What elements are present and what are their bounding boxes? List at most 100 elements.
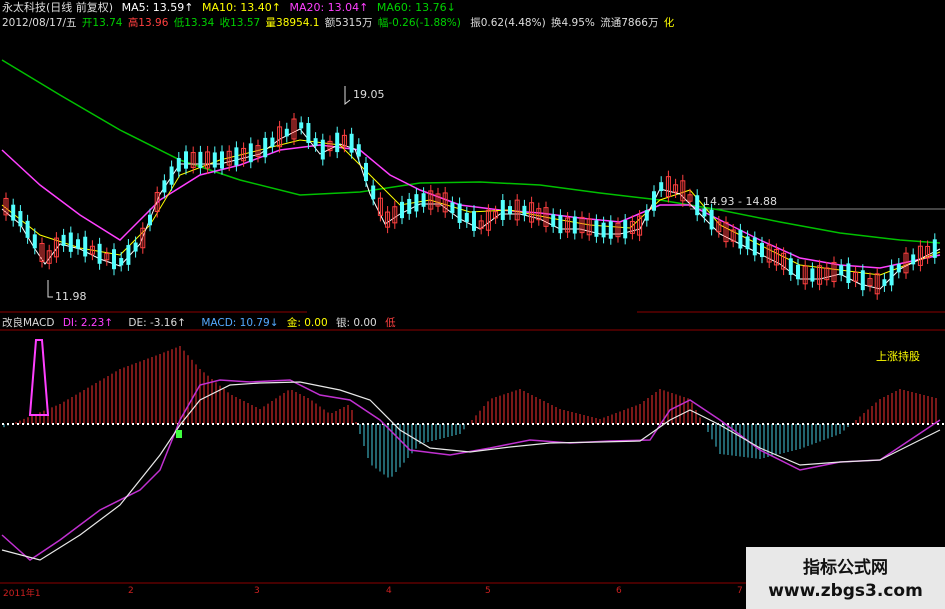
zero-dot	[72, 423, 74, 425]
zero-dot	[777, 423, 779, 425]
zero-dot	[622, 423, 624, 425]
zero-dot	[607, 423, 609, 425]
zero-dot	[652, 423, 654, 425]
zero-dot	[667, 423, 669, 425]
zero-dot	[592, 423, 594, 425]
candle-body	[760, 242, 764, 258]
candle-body	[745, 236, 750, 250]
zero-dot	[742, 423, 744, 425]
zero-dot	[937, 423, 939, 425]
zero-dot	[282, 423, 284, 425]
zero-dot	[362, 423, 364, 425]
quote-volume: 量38954.1	[265, 17, 320, 29]
zero-dot	[927, 423, 929, 425]
candle-body	[652, 191, 656, 211]
spike-marker	[28, 339, 50, 416]
zero-dot	[822, 423, 824, 425]
zero-dot	[597, 423, 599, 425]
zero-dot	[212, 423, 214, 425]
candle-body	[400, 201, 404, 219]
high-marker	[344, 86, 351, 106]
zero-dot	[617, 423, 619, 425]
quote-tail: 化	[663, 17, 675, 29]
zero-dot	[882, 423, 884, 425]
zero-dot	[772, 423, 774, 425]
candle-body	[313, 138, 318, 146]
low-marker	[47, 280, 53, 298]
zero-dot	[922, 423, 924, 425]
diff-line	[1, 379, 941, 561]
dea-line	[1, 381, 941, 561]
zero-dot	[547, 423, 549, 425]
zero-dot	[412, 423, 414, 425]
candle-body	[522, 205, 527, 216]
candle-body	[234, 147, 239, 166]
zero-dot	[407, 423, 409, 425]
candle-body	[169, 166, 174, 185]
candle-body	[846, 263, 851, 283]
zero-dot	[917, 423, 919, 425]
candle-body	[83, 236, 88, 257]
zero-dot	[437, 423, 439, 425]
zero-dot	[492, 423, 494, 425]
candle-body	[198, 151, 203, 169]
zero-dot	[842, 423, 844, 425]
candle-body	[500, 200, 505, 220]
stock-name[interactable]: 永太科技	[2, 1, 46, 14]
zero-dot	[612, 423, 614, 425]
zero-dot	[707, 423, 709, 425]
zero-dot	[452, 423, 454, 425]
zero-dot	[827, 423, 829, 425]
zero-dot	[127, 423, 129, 425]
quote-close: 收13.57	[219, 17, 261, 29]
zero-dot	[567, 423, 569, 425]
zero-dot	[522, 423, 524, 425]
zero-dot	[702, 423, 704, 425]
candle-body	[364, 162, 368, 182]
zero-dot	[2, 423, 4, 425]
zero-dot	[22, 423, 24, 425]
zero-dot	[192, 423, 194, 425]
zero-dot	[47, 423, 49, 425]
zero-dot	[217, 423, 219, 425]
time-axis-label-5: 6	[616, 586, 622, 596]
candle-body	[882, 279, 887, 286]
zero-dot	[332, 423, 334, 425]
candle-body	[61, 234, 66, 246]
candle-body	[659, 182, 664, 192]
adjust-mode[interactable]: (日线 前复权)	[46, 1, 113, 14]
candle-body	[702, 208, 707, 217]
signal-dot	[176, 430, 182, 438]
zero-dot	[117, 423, 119, 425]
zero-dot	[352, 423, 354, 425]
quote-open: 开13.74	[81, 17, 123, 29]
zero-dot	[327, 423, 329, 425]
zero-dot	[187, 423, 189, 425]
low-price-label: 11.98	[55, 290, 87, 303]
candle-body	[320, 139, 325, 160]
zero-dot	[427, 423, 429, 425]
zero-dot	[507, 423, 509, 425]
candle-body	[263, 137, 268, 158]
candle-body	[839, 265, 844, 276]
candle-body	[709, 209, 714, 230]
zero-dot	[152, 423, 154, 425]
zero-dot	[197, 423, 199, 425]
zero-dot	[517, 423, 519, 425]
zero-dot	[402, 423, 404, 425]
zero-dot	[687, 423, 689, 425]
zero-dot	[657, 423, 659, 425]
zero-dot	[417, 423, 419, 425]
candle-body	[608, 221, 613, 239]
quote-high: 高13.96	[127, 17, 169, 29]
zero-dot	[852, 423, 854, 425]
indicator-name[interactable]: 改良MACD	[2, 317, 54, 329]
zero-dot	[582, 423, 584, 425]
zero-dot	[867, 423, 869, 425]
candle-body	[414, 194, 419, 212]
zero-dot	[92, 423, 94, 425]
zero-dot	[387, 423, 389, 425]
candle-body	[18, 211, 23, 227]
zero-dot	[877, 423, 879, 425]
zero-dot	[857, 423, 859, 425]
